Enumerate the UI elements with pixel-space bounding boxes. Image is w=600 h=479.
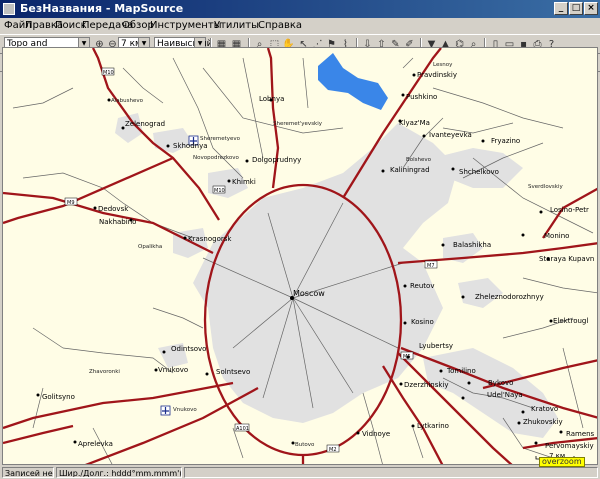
road-label-m10: M10 (103, 70, 114, 76)
menu-help[interactable]: Справка (258, 20, 302, 31)
place-label: Skhodnya (173, 142, 208, 150)
reservoir (318, 53, 388, 110)
place-label: Tomilino (446, 367, 476, 375)
place-label: Shchelkovo (459, 168, 499, 176)
selection-status: Записей не выбрано (2, 467, 54, 478)
place-label: Moscow (293, 289, 325, 298)
road-label-m2: M2 (329, 447, 337, 453)
place-label: Bykovo (488, 379, 513, 387)
map-canvas: M10 M10 M9 M7 M5 M2 A101 (3, 48, 597, 464)
map-view[interactable]: M10 M10 M9 M7 M5 M2 A101 (2, 47, 598, 465)
position-status: Шир./Долг.: hddd°mm.mmm'(WGS 84) (56, 467, 182, 478)
place-label: Novopodrezkovo (193, 155, 239, 161)
place-label: Lobnya (259, 95, 284, 103)
place-label: Pravdinskiy (417, 71, 457, 79)
status-bar: Записей не выбрано Шир./Долг.: hddd°mm.m… (0, 466, 600, 479)
place-label: Aprelevka (78, 440, 113, 448)
close-button[interactable]: × (584, 2, 598, 15)
place-label: Klyaz'Ma (399, 119, 430, 127)
menu-utilities[interactable]: Утилиты (214, 20, 259, 31)
place-label: Lesnoy (433, 62, 453, 68)
place-label: Butovo (295, 442, 315, 448)
place-label: Ivanteyevka (429, 131, 472, 139)
road-label-m7: M7 (427, 263, 435, 269)
place-label: Pervomayskiy (545, 442, 594, 450)
place-label: Pushkino (406, 93, 437, 101)
place-label: Staraya Kupavn (539, 255, 594, 263)
place-label: Fryazino (491, 137, 520, 145)
menu-bar: Файл Правка Поиск Передача Обзор Инструм… (0, 18, 600, 34)
place-label: Kosino (411, 318, 434, 326)
place-label: Zhavoronki (89, 369, 120, 375)
place-label: Monino (544, 232, 569, 240)
place-label: Vnukovo (158, 366, 188, 374)
place-label: Bolshevo (406, 157, 432, 163)
title-bar: БезНазвания - MapSource _ □ × (0, 0, 600, 18)
place-label: Golitsyno (42, 393, 75, 401)
place-label: Vnukovo (173, 407, 197, 413)
place-label: Nakhabino (99, 218, 136, 226)
place-label: Dolgoprudnyy (252, 156, 301, 164)
airport-icon (160, 405, 171, 416)
place-label: Zelenograd (125, 120, 165, 128)
place-label: Krasnogorsk (188, 235, 232, 243)
window-title: БезНазвания - MapSource (20, 2, 184, 15)
place-label: Vidnoye (362, 430, 390, 438)
place-label: Kratovo (531, 405, 558, 413)
place-label: Reutov (410, 282, 434, 290)
place-label: Odintsovo (171, 345, 206, 353)
menu-tools[interactable]: Инструменты (150, 20, 222, 31)
status-empty (184, 467, 598, 478)
minimize-button[interactable]: _ (554, 2, 568, 15)
place-label: Dedovsk (98, 205, 129, 213)
road-label-m10b: M10 (214, 188, 225, 194)
place-label: Sheremet'yevskiy (273, 121, 323, 127)
place-label: Opalikha (138, 244, 162, 250)
place-label: Kaliningrad (390, 166, 430, 174)
maximize-button[interactable]: □ (569, 2, 583, 15)
place-label: Zhukovskiy (523, 418, 563, 426)
place-label: Khimki (232, 178, 256, 186)
place-label: Balashikha (453, 241, 491, 249)
place-label: Sverdlovskiy (528, 184, 564, 190)
road-label-a101: A101 (236, 426, 249, 432)
place-label: Dzerzhinskiy (404, 381, 449, 389)
place-label: Elektrougl (553, 317, 588, 325)
place-label: Lytkarino (417, 422, 449, 430)
place-label: Solntsevo (216, 368, 250, 376)
place-label: Ramens (566, 430, 595, 438)
road-label-m9: M9 (67, 200, 75, 206)
place-label: Lyubertsy (419, 342, 453, 350)
app-icon (3, 3, 15, 15)
place-label: Udel'Naya (487, 391, 523, 399)
place-label: Alabushevo (111, 98, 144, 104)
place-label: Losino-Petr (550, 206, 589, 214)
place-label: Zheleznodorozhnyy (475, 293, 544, 301)
